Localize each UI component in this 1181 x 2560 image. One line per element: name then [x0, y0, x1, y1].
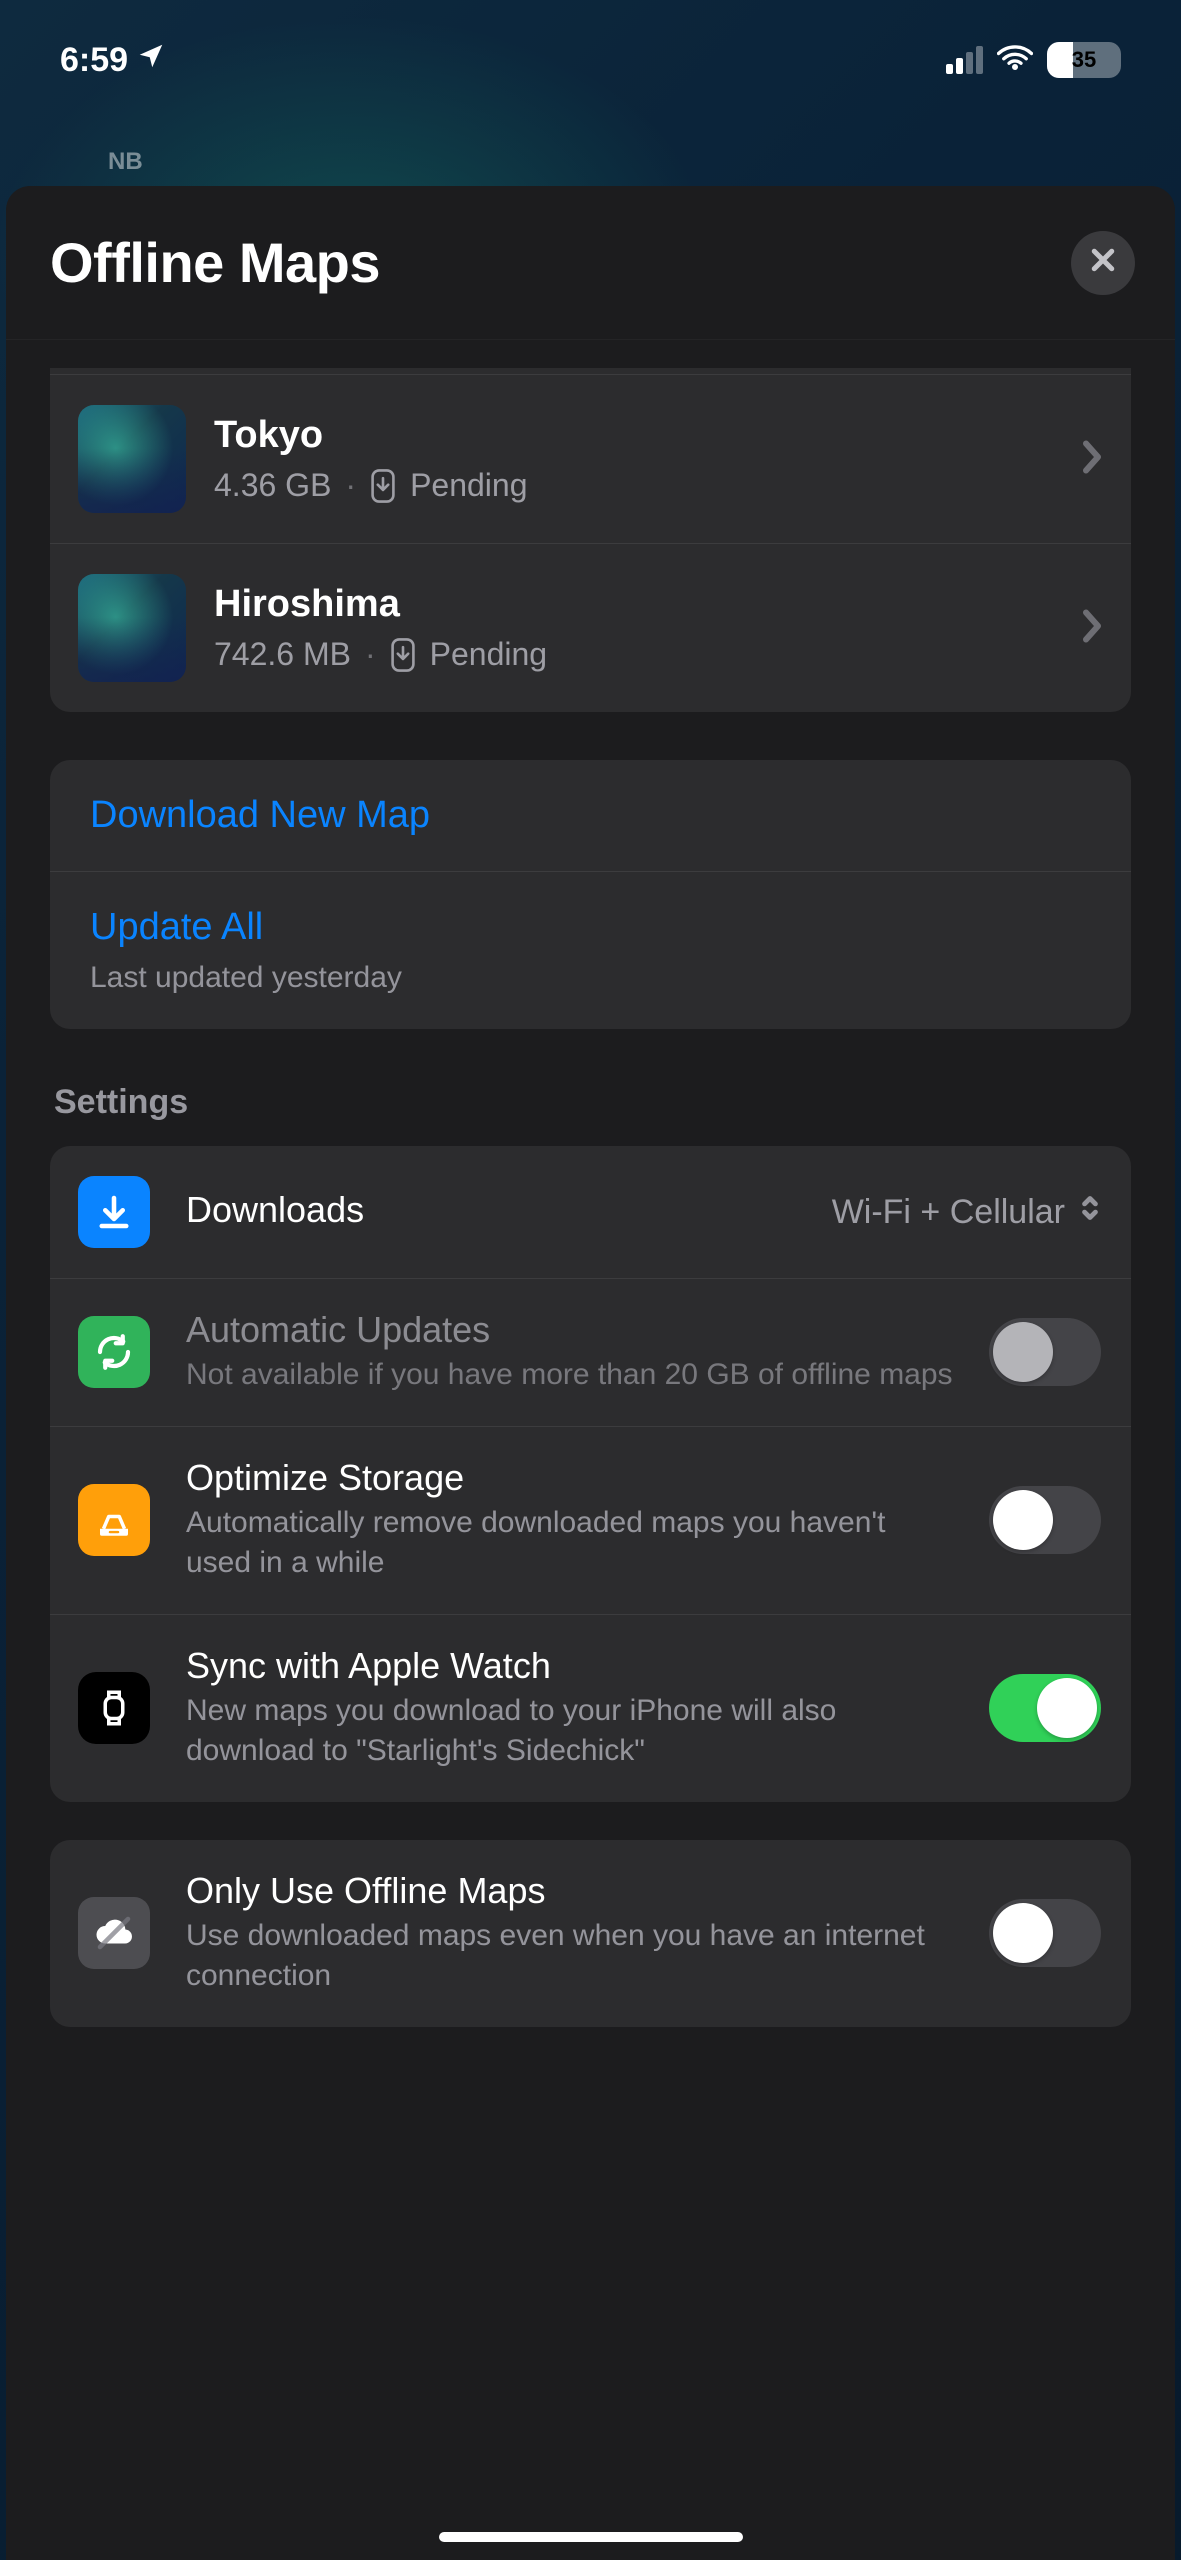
- wifi-icon: [997, 44, 1033, 77]
- close-button[interactable]: [1071, 231, 1135, 295]
- setting-title: Optimize Storage: [186, 1457, 953, 1499]
- status-left: 6:59: [60, 41, 166, 80]
- separator: ·: [365, 636, 376, 673]
- status-bar: 6:59 35: [0, 0, 1181, 120]
- settings-card: Downloads Wi-Fi + Cellular A: [50, 1146, 1131, 1802]
- auto-updates-icon: [78, 1316, 150, 1388]
- only-offline-row[interactable]: Only Use Offline Maps Use downloaded map…: [50, 1840, 1131, 2027]
- setting-title: Sync with Apple Watch: [186, 1645, 953, 1687]
- separator: ·: [345, 467, 356, 504]
- map-size: 4.36 GB: [214, 467, 331, 504]
- clock-time: 6:59: [60, 41, 128, 80]
- map-thumbnail: [78, 405, 186, 513]
- map-size: 742.6 MB: [214, 636, 351, 673]
- settings-section-header: Settings: [54, 1083, 1131, 1122]
- sync-apple-watch-row[interactable]: Sync with Apple Watch New maps you downl…: [50, 1614, 1131, 1802]
- automatic-updates-toggle: [989, 1318, 1101, 1386]
- map-name: Tokyo: [214, 414, 1053, 457]
- pending-download-icon: [390, 638, 416, 672]
- map-subtitle: 742.6 MB · Pending: [214, 636, 1053, 673]
- battery-indicator: 35: [1047, 42, 1121, 78]
- setting-title: Downloads: [186, 1189, 796, 1231]
- downloads-value-picker[interactable]: Wi-Fi + Cellular: [832, 1193, 1101, 1232]
- offline-only-card: Only Use Offline Maps Use downloaded map…: [50, 1840, 1131, 2027]
- downloads-icon: [78, 1176, 150, 1248]
- setting-subtitle: New maps you download to your iPhone wil…: [186, 1691, 953, 1772]
- home-indicator[interactable]: [439, 2532, 743, 2542]
- status-right: 35: [946, 42, 1121, 78]
- download-new-map-button[interactable]: Download New Map: [50, 760, 1131, 871]
- chevron-right-icon: [1081, 439, 1103, 480]
- setting-subtitle: Not available if you have more than 20 G…: [186, 1355, 953, 1396]
- only-offline-toggle[interactable]: [989, 1899, 1101, 1967]
- map-item-tokyo[interactable]: Tokyo 4.36 GB · Pending: [50, 374, 1131, 543]
- map-subtitle: 4.36 GB · Pending: [214, 467, 1053, 504]
- optimize-storage-row[interactable]: Optimize Storage Automatically remove do…: [50, 1426, 1131, 1614]
- apple-watch-icon: [78, 1672, 150, 1744]
- setting-title: Automatic Updates: [186, 1309, 953, 1351]
- map-item-text: Hiroshima 742.6 MB · Pending: [214, 583, 1053, 673]
- optimize-storage-icon: [78, 1484, 150, 1556]
- action-label: Update All: [90, 906, 402, 949]
- setting-subtitle: Use downloaded maps even when you have a…: [186, 1916, 953, 1997]
- cloud-off-icon: [78, 1897, 150, 1969]
- sheet-header: Offline Maps: [6, 186, 1175, 340]
- automatic-updates-row: Automatic Updates Not available if you h…: [50, 1278, 1131, 1426]
- sync-apple-watch-toggle[interactable]: [989, 1674, 1101, 1742]
- map-region-label: NB: [108, 148, 143, 176]
- map-status: Pending: [430, 636, 547, 673]
- chevron-right-icon: [1081, 608, 1103, 649]
- cellular-signal-icon: [946, 46, 983, 74]
- map-thumbnail: [78, 574, 186, 682]
- action-subtitle: Last updated yesterday: [90, 961, 402, 995]
- setting-value: Wi-Fi + Cellular: [832, 1193, 1065, 1232]
- action-label: Download New Map: [90, 794, 430, 837]
- map-actions-card: Download New Map Update All Last updated…: [50, 760, 1131, 1029]
- map-name: Hiroshima: [214, 583, 1053, 626]
- downloaded-maps-list: Tokyo 4.36 GB · Pending: [50, 368, 1131, 712]
- map-status: Pending: [410, 467, 527, 504]
- setting-subtitle: Automatically remove downloaded maps you…: [186, 1503, 953, 1584]
- map-item-text: Tokyo 4.36 GB · Pending: [214, 414, 1053, 504]
- pending-download-icon: [370, 469, 396, 503]
- setting-title: Only Use Offline Maps: [186, 1870, 953, 1912]
- battery-percent: 35: [1072, 47, 1096, 72]
- chevron-up-down-icon: [1079, 1193, 1101, 1232]
- page-title: Offline Maps: [50, 230, 380, 295]
- map-item-hiroshima[interactable]: Hiroshima 742.6 MB · Pending: [50, 543, 1131, 712]
- close-icon: [1088, 245, 1118, 280]
- location-arrow-icon: [136, 41, 166, 80]
- optimize-storage-toggle[interactable]: [989, 1486, 1101, 1554]
- downloads-setting-row[interactable]: Downloads Wi-Fi + Cellular: [50, 1146, 1131, 1278]
- offline-maps-sheet: Offline Maps Tokyo 4.36 GB ·: [6, 186, 1175, 2560]
- update-all-button[interactable]: Update All Last updated yesterday: [50, 871, 1131, 1029]
